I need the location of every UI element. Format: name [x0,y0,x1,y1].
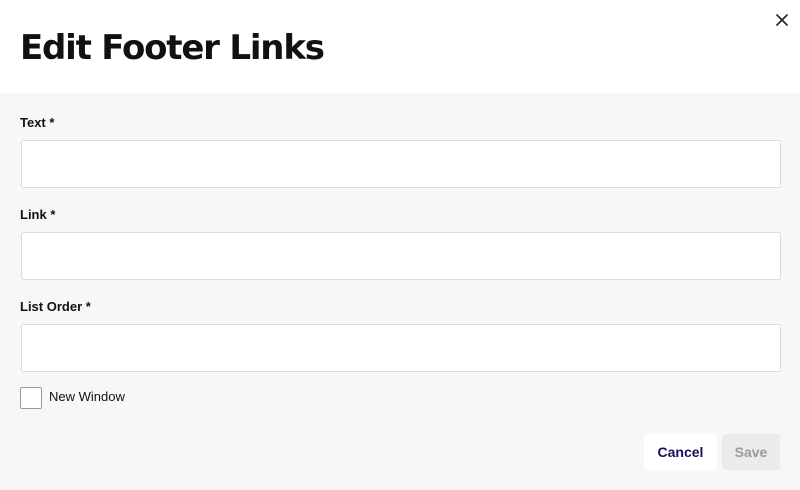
cancel-button[interactable]: Cancel [644,434,717,470]
link-input[interactable] [21,232,781,280]
dialog-title: Edit Footer Links [20,28,325,68]
text-field-label: Text * [20,115,55,130]
new-window-label: New Window [49,389,125,404]
text-input[interactable] [21,140,781,188]
link-field-label: Link * [20,207,56,222]
list-order-input[interactable] [21,324,781,372]
list-order-field-label: List Order * [20,299,91,314]
new-window-checkbox[interactable] [20,387,42,409]
close-button[interactable] [771,9,793,31]
save-button[interactable]: Save [722,434,780,470]
close-icon [776,14,788,26]
edit-footer-links-dialog: Edit Footer Links Text * Link * List Ord… [0,0,800,490]
dialog-header: Edit Footer Links [0,0,800,93]
